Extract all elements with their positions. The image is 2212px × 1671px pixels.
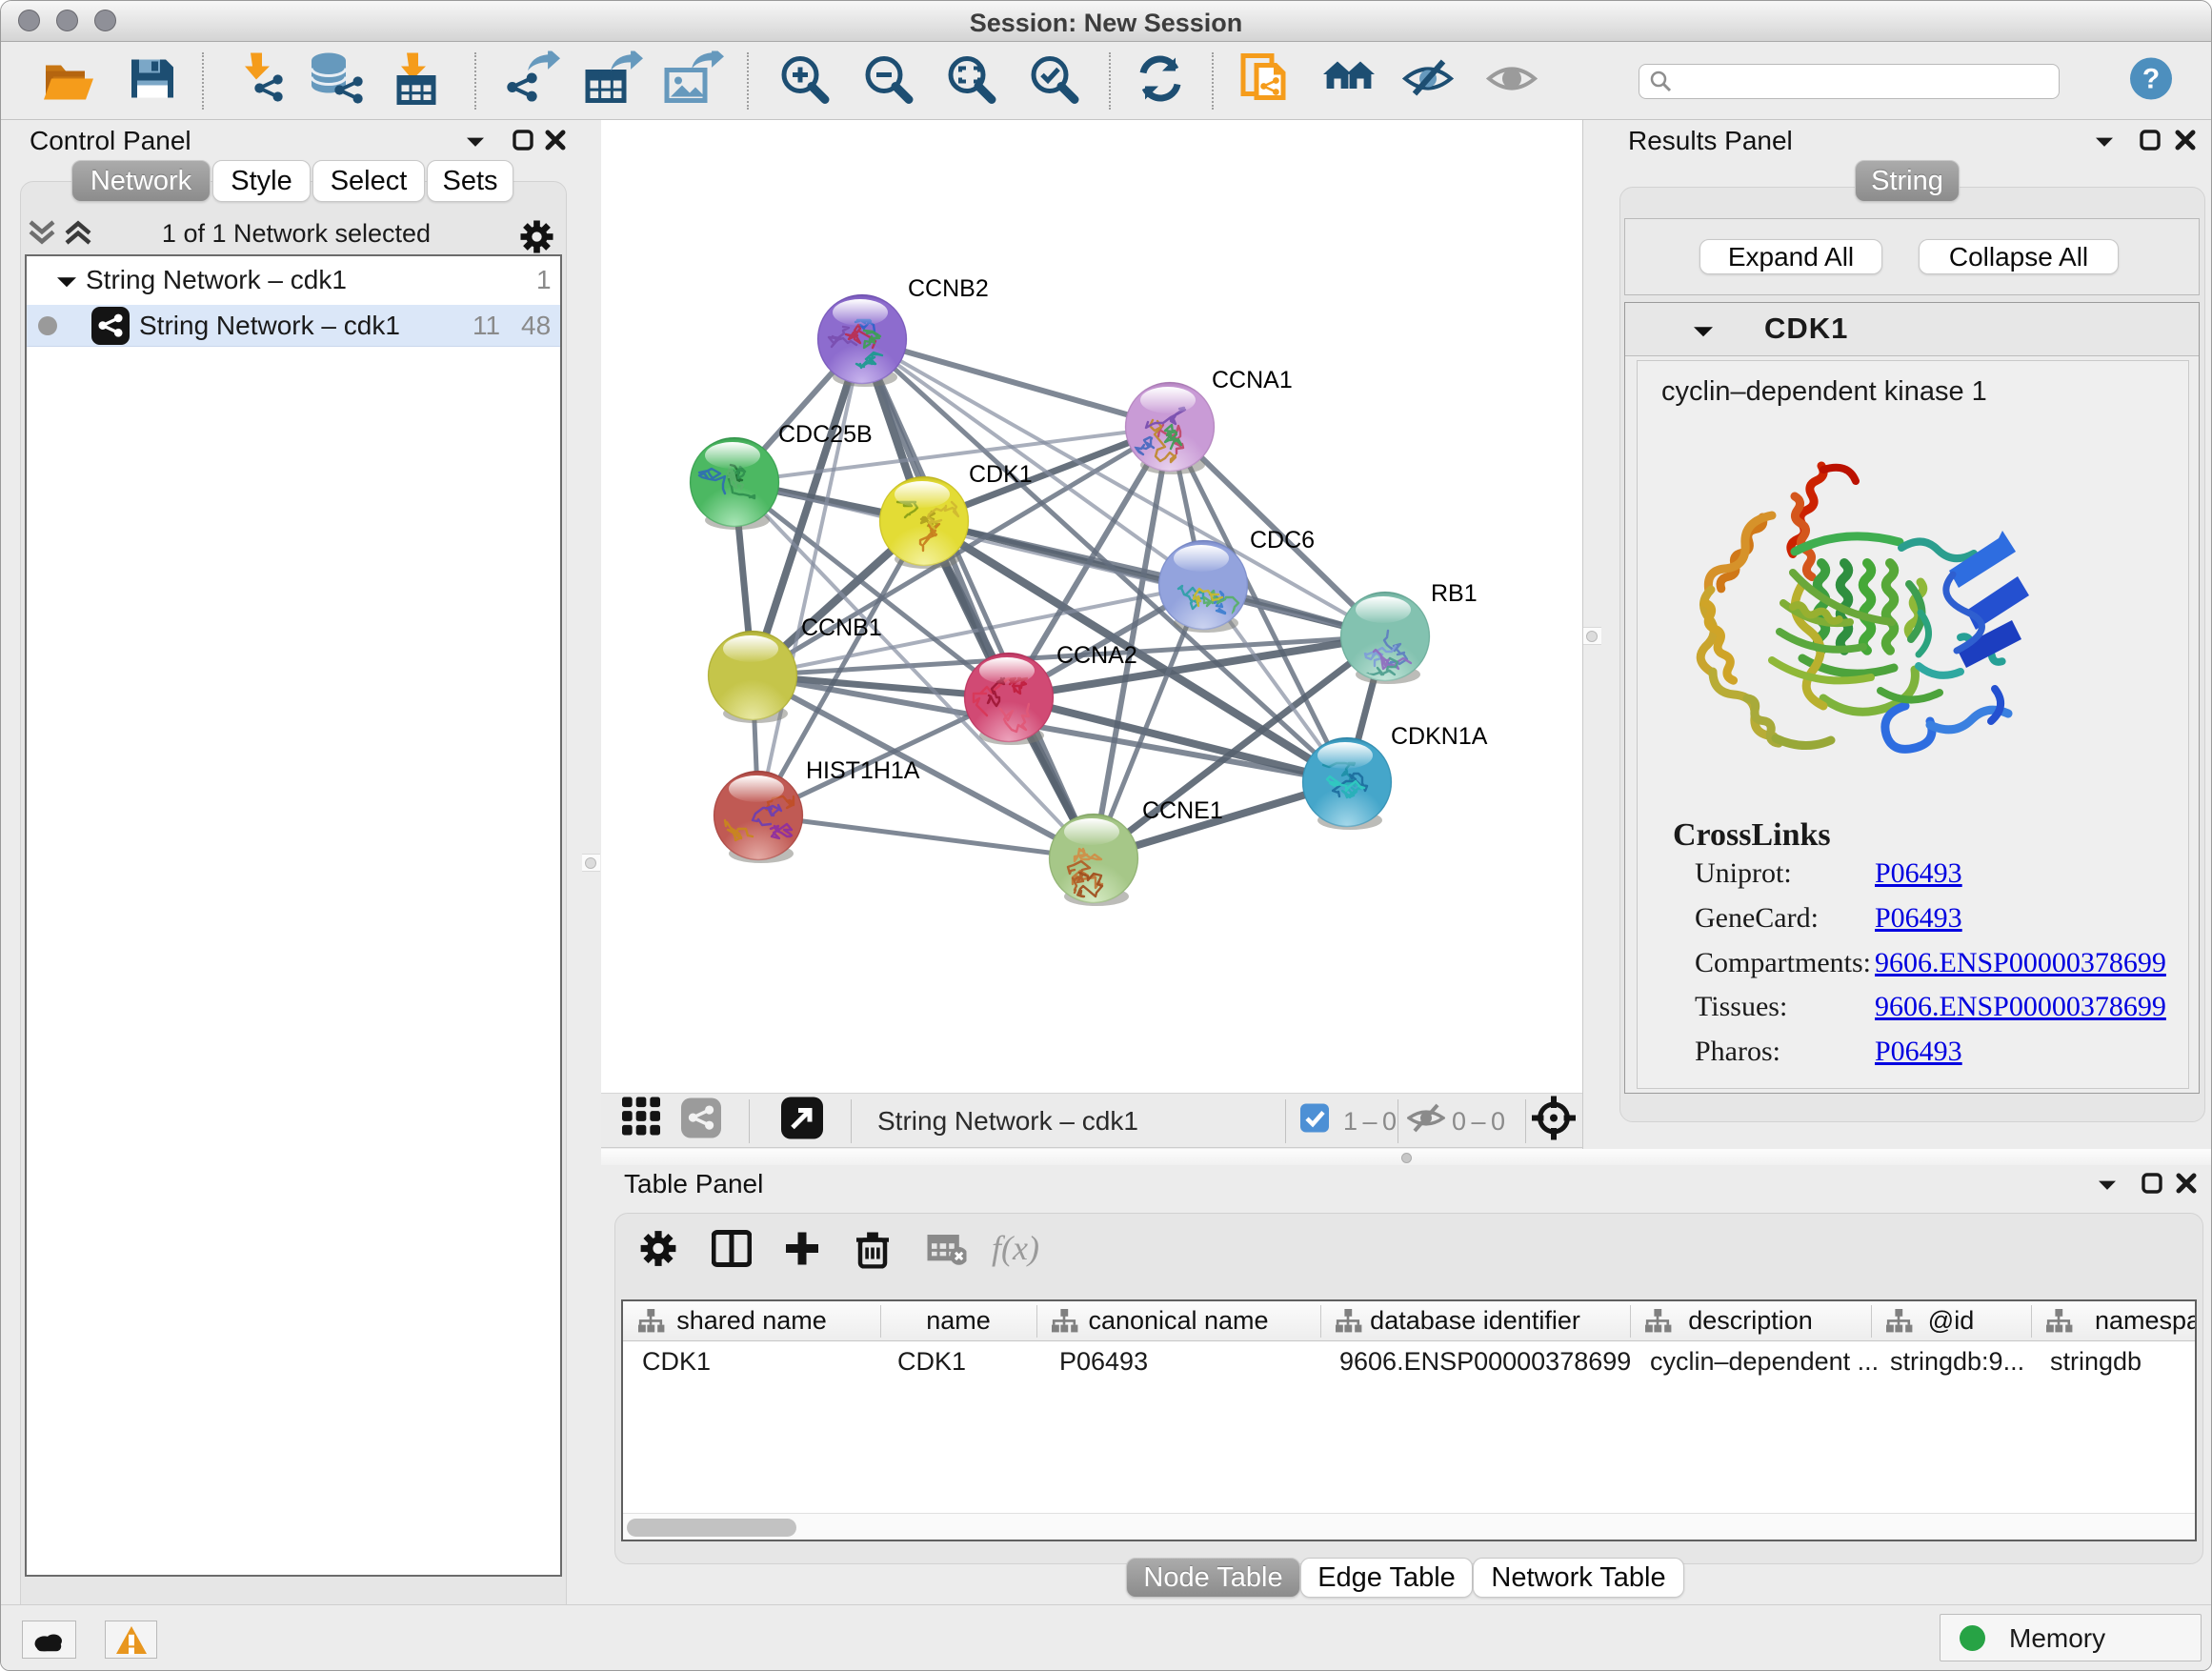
svg-text:CCNB1: CCNB1	[801, 614, 882, 641]
svg-text:RB1: RB1	[1431, 580, 1478, 607]
svg-text:CDC25B: CDC25B	[778, 421, 873, 448]
svg-text:CCNA2: CCNA2	[1056, 642, 1137, 669]
svg-text:?: ?	[2142, 64, 2160, 95]
svg-text:CDC6: CDC6	[1250, 527, 1315, 554]
svg-text:CCNB2: CCNB2	[908, 275, 989, 302]
svg-text:HIST1H1A: HIST1H1A	[806, 757, 920, 784]
svg-text:CDKN1A: CDKN1A	[1391, 723, 1488, 750]
svg-text:CCNA1: CCNA1	[1212, 367, 1293, 393]
svg-text:CDK1: CDK1	[969, 461, 1033, 488]
svg-text:CCNE1: CCNE1	[1142, 797, 1223, 824]
